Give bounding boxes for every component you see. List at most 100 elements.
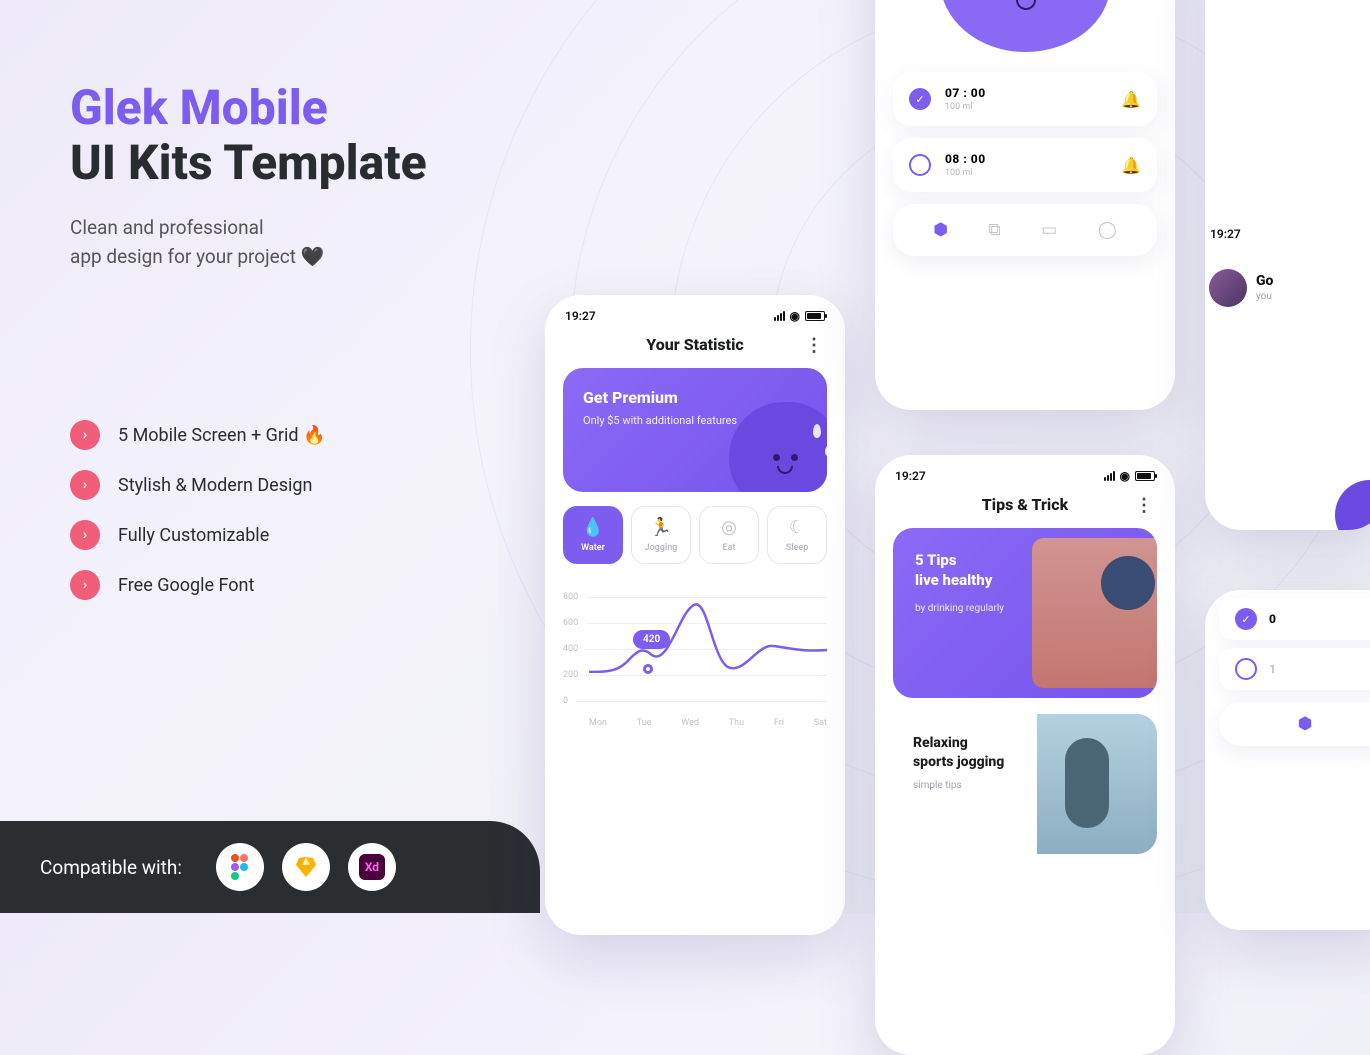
avatar[interactable]: [1209, 269, 1247, 307]
feature-text: 5 Mobile Screen + Grid 🔥: [118, 425, 325, 446]
wifi-icon: ◉: [790, 309, 800, 323]
feature-list: › 5 Mobile Screen + Grid 🔥 › Stylish & Mod…: [70, 420, 325, 620]
alarm-item[interactable]: ✓ 07 : 00 100 ml 🔔: [893, 72, 1157, 126]
x-tick: Fri: [774, 718, 784, 728]
phone-tips: 19:27 ◉ Tips & Trick⋮ 5 Tips live health…: [875, 455, 1175, 1055]
hero-title: Glek Mobile UI Kits Template: [70, 80, 590, 190]
decorative-circle: [1335, 480, 1370, 530]
page-title: Your Statistic⋮: [545, 331, 845, 368]
tab-sleep[interactable]: ☾Sleep: [767, 506, 827, 564]
hero-subtitle: Clean and professional app design for yo…: [70, 214, 590, 271]
status-time: 19:27: [895, 469, 926, 483]
alarm-time-partial: 1: [1269, 662, 1276, 676]
page-title: Tips & Trick⋮: [875, 491, 1175, 528]
phone-alarms-partial: ✓0 1 ⬢: [1205, 590, 1370, 930]
tip-image: [1032, 538, 1157, 688]
more-icon[interactable]: ⋮: [805, 335, 823, 356]
alarm-time: 08 : 00: [945, 152, 986, 166]
chart-badge: 420: [633, 630, 670, 649]
xd-icon: Xd: [348, 843, 396, 891]
water-drop-icon: 💧: [568, 517, 618, 538]
chevron-right-icon: ›: [70, 470, 100, 500]
feature-item: › Free Google Font: [70, 570, 325, 600]
status-bar: 19:27 ◉: [875, 455, 1175, 491]
mascot-large-icon: [940, 0, 1110, 52]
app-chips: Xd: [216, 843, 396, 891]
tip-card[interactable]: 5 Tips live healthy by drinking regularl…: [893, 528, 1157, 698]
check-icon[interactable]: [1235, 658, 1257, 680]
feature-text: Free Google Font: [118, 575, 254, 596]
signal-icon: [1104, 471, 1115, 481]
greeting-sub: you: [1256, 291, 1272, 302]
moon-icon: ☾: [772, 517, 822, 538]
y-tick: 600: [563, 618, 578, 628]
bottom-nav: ⬢ ⧉ ▭ ◯: [893, 204, 1157, 256]
alarm-time-partial: 0: [1269, 612, 1276, 626]
statistic-chart: 800 600 400 200 0 420 Mon Tue Wed Thu Fr…: [545, 578, 845, 734]
alarm-volume: 100 ml: [945, 168, 986, 178]
status-bar: 19:27 ◉: [545, 295, 845, 331]
premium-card[interactable]: Get Premium Only $5 with additional feat…: [563, 368, 827, 492]
compatible-label: Compatible with:: [40, 856, 182, 879]
nav-user-icon[interactable]: ◯: [1098, 220, 1117, 240]
x-tick: Sat: [814, 718, 827, 728]
tip-card[interactable]: Relaxing sports jogging simple tips: [893, 714, 1157, 854]
tab-water[interactable]: 💧Water: [563, 506, 623, 564]
hero: Glek Mobile UI Kits Template Clean and p…: [70, 80, 590, 271]
hero-title-line1: Glek Mobile: [70, 79, 328, 136]
bell-icon[interactable]: 🔔: [1121, 156, 1141, 175]
feature-item: › 5 Mobile Screen + Grid 🔥: [70, 420, 325, 450]
feature-item: › Fully Customizable: [70, 520, 325, 550]
y-tick: 200: [563, 670, 578, 680]
alarm-volume: 100 ml: [945, 102, 986, 112]
x-axis: Mon Tue Wed Thu Fri Sat: [563, 718, 827, 728]
bottom-nav: ⬢: [1219, 702, 1370, 746]
y-tick: 0: [563, 696, 568, 706]
feature-text: Fully Customizable: [118, 525, 269, 546]
running-icon: 🏃: [636, 517, 686, 538]
compatible-bar: Compatible with: Xd: [0, 821, 540, 913]
wifi-icon: ◉: [1120, 469, 1130, 483]
status-time: 19:27: [565, 309, 596, 323]
status-time: 19:27: [1210, 227, 1241, 241]
nav-home-icon[interactable]: ⬢: [1298, 714, 1313, 734]
x-tick: Tue: [637, 718, 652, 728]
chevron-right-icon: ›: [70, 420, 100, 450]
nav-book-icon[interactable]: ▭: [1041, 220, 1057, 240]
feature-text: Stylish & Modern Design: [118, 475, 312, 496]
more-icon[interactable]: ⋮: [1135, 495, 1153, 516]
battery-icon: [805, 311, 825, 321]
chevron-right-icon: ›: [70, 570, 100, 600]
x-tick: Wed: [681, 718, 699, 728]
check-icon[interactable]: [909, 154, 931, 176]
x-tick: Thu: [729, 718, 744, 728]
greeting-title: Go: [1256, 273, 1273, 289]
alarm-item[interactable]: ✓0: [1219, 598, 1370, 640]
category-tabs: 💧Water 🏃Jogging ◎Eat ☾Sleep: [545, 492, 845, 578]
tab-jogging[interactable]: 🏃Jogging: [631, 506, 691, 564]
chart-point: [643, 664, 653, 674]
alarm-time: 07 : 00: [945, 86, 986, 100]
battery-icon: [1135, 471, 1155, 481]
phone-calendar-partial: [1205, 0, 1370, 530]
phone-alarms: ✓ 07 : 00 100 ml 🔔 08 : 00 100 ml 🔔 ⬢ ⧉ ▭ …: [875, 0, 1175, 410]
target-icon: ◎: [704, 517, 754, 538]
nav-home-icon[interactable]: ⬢: [933, 220, 948, 240]
hero-title-line2: UI Kits Template: [70, 134, 427, 191]
sketch-icon: [282, 843, 330, 891]
nav-chart-icon[interactable]: ⧉: [989, 220, 1001, 240]
chevron-right-icon: ›: [70, 520, 100, 550]
alarm-item[interactable]: 1: [1219, 648, 1370, 690]
alarm-item[interactable]: 08 : 00 100 ml 🔔: [893, 138, 1157, 192]
feature-item: › Stylish & Modern Design: [70, 470, 325, 500]
tip-image: [1037, 714, 1157, 854]
phone-statistic: 19:27 ◉ Your Statistic⋮ Get Premium Only…: [545, 295, 845, 935]
tab-eat[interactable]: ◎Eat: [699, 506, 759, 564]
x-tick: Mon: [589, 718, 607, 728]
y-tick: 400: [563, 644, 578, 654]
figma-icon: [216, 843, 264, 891]
signal-icon: [774, 311, 785, 321]
bell-icon[interactable]: 🔔: [1121, 90, 1141, 109]
check-icon[interactable]: ✓: [1235, 608, 1257, 630]
check-icon[interactable]: ✓: [909, 88, 931, 110]
